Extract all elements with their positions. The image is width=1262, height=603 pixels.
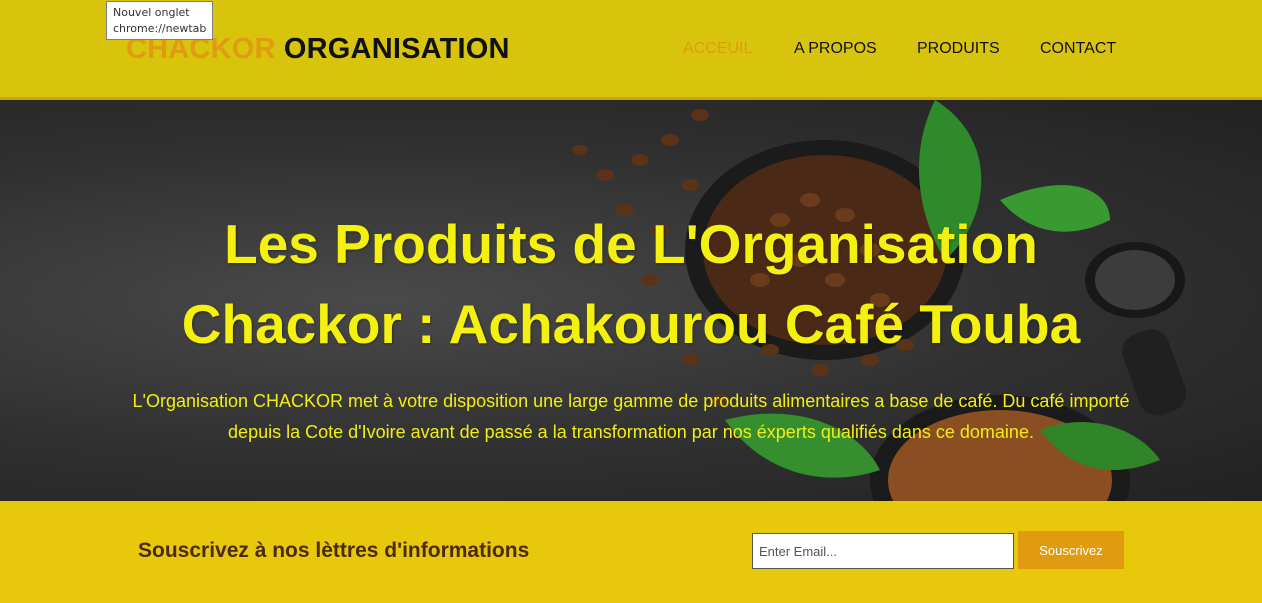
tooltip-url: chrome://newtab — [113, 22, 207, 35]
hero-description: L'Organisation CHACKOR met à votre dispo… — [132, 391, 1130, 442]
email-input[interactable] — [752, 533, 1014, 569]
nav-link-accueil[interactable]: ACCEUIL — [683, 40, 752, 58]
hero-title: Les Produits de L'Organisation Chackor :… — [0, 204, 1262, 364]
hero-banner: Les Produits de L'Organisation Chackor :… — [0, 100, 1262, 501]
hero-title-line-1: Les Produits de L'Organisation — [224, 213, 1038, 275]
newsletter-heading: Souscrivez à nos lèttres d'informations — [138, 539, 530, 562]
logo-suffix: ORGANISATION — [283, 33, 510, 65]
tooltip-title: Nouvel onglet — [113, 6, 190, 19]
tab-tooltip: Nouvel onglet chrome://newtab — [106, 1, 213, 40]
subscribe-button[interactable]: Souscrivez — [1018, 531, 1124, 569]
nav-link-produits[interactable]: PRODUITS — [917, 40, 1000, 58]
hero-title-line-2: Chackor : Achakourou Café Touba — [181, 293, 1081, 355]
nav-link-a-propos[interactable]: A PROPOS — [794, 40, 877, 58]
nav-link-contact[interactable]: CONTACT — [1040, 40, 1116, 58]
newsletter-section: Souscrivez à nos lèttres d'informations … — [0, 501, 1262, 603]
